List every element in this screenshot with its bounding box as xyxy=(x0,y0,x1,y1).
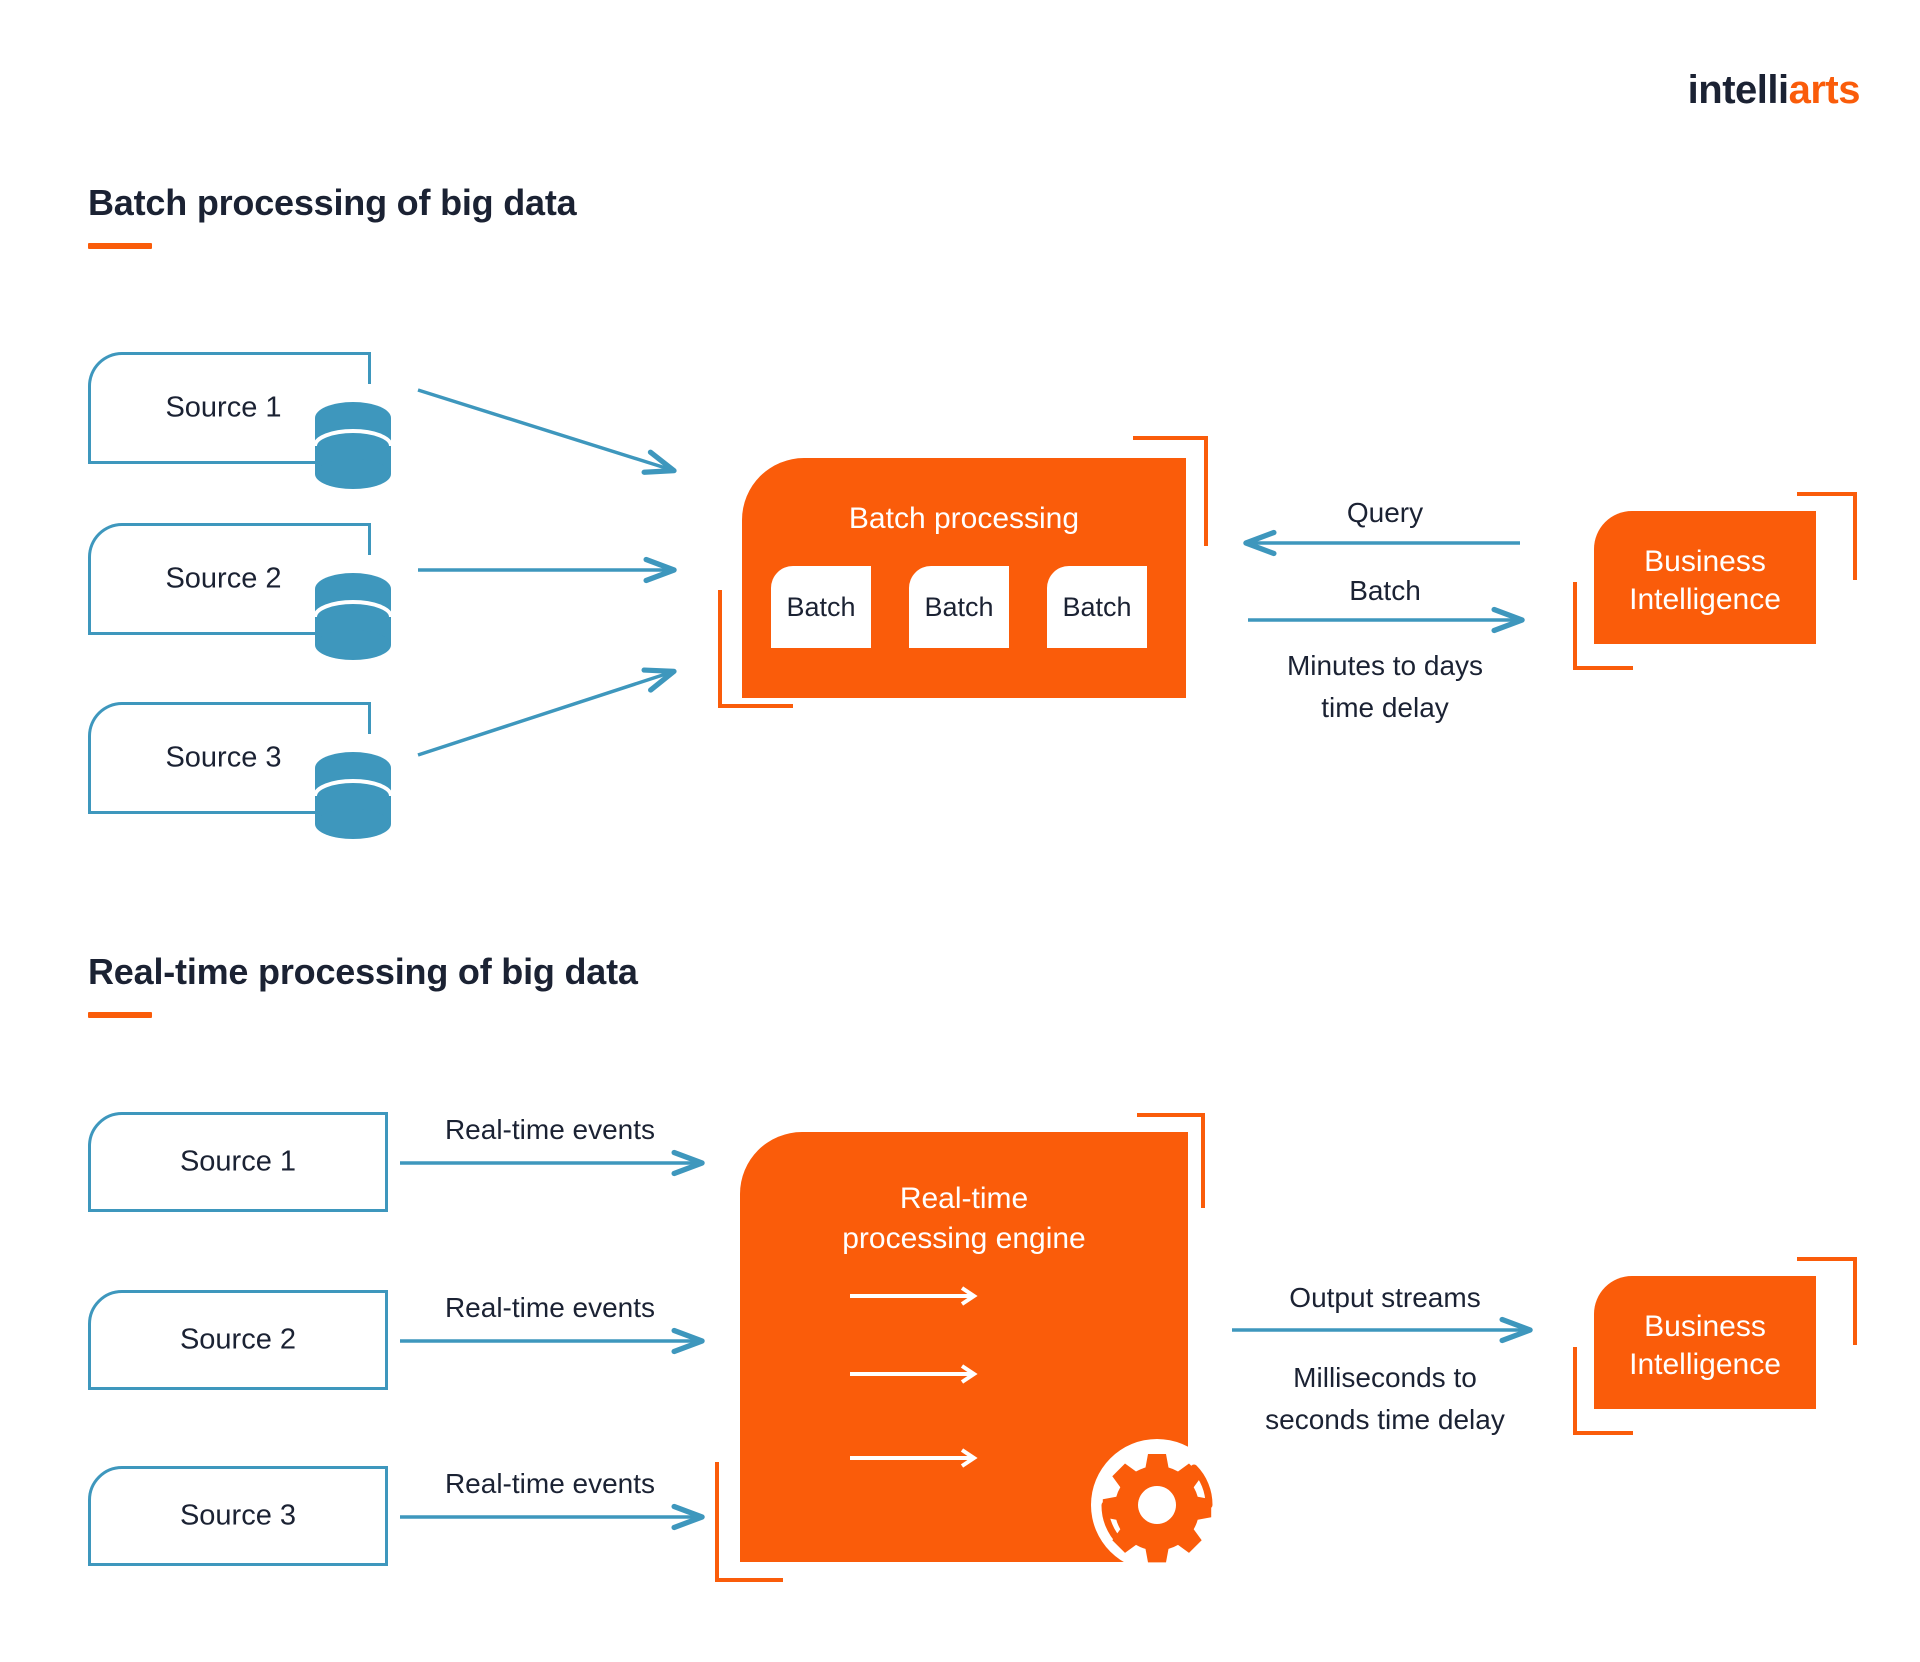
batch-chip-label: Batch xyxy=(786,591,856,622)
batch-processing-title: Batch processing xyxy=(848,502,1080,535)
arrow-source1-to-batch-engine xyxy=(417,388,677,475)
source-box-edge xyxy=(368,523,371,555)
database-icon xyxy=(314,400,392,492)
bi-title-line1: Business xyxy=(1644,1310,1766,1343)
gear-icon xyxy=(1082,1430,1232,1580)
realtime-delay-label-line1: Milliseconds to xyxy=(1293,1362,1477,1393)
realtime-source-box-3[interactable]: Source 3 xyxy=(88,1466,388,1566)
realtime-source-label-3: Source 3 xyxy=(179,1499,297,1532)
realtime-section-accent-bar xyxy=(88,1012,152,1018)
database-icon xyxy=(314,571,392,663)
bi-title-line2: Intelligence xyxy=(1629,583,1781,616)
batch-flow-label: Batch xyxy=(1349,575,1421,606)
database-icon xyxy=(314,750,392,842)
batch-section-accent-bar xyxy=(88,243,152,249)
business-intelligence-panel-realtime: Business Intelligence xyxy=(1594,1276,1816,1409)
realtime-source-label-1: Source 1 xyxy=(179,1145,297,1178)
output-streams-label: Output streams xyxy=(1289,1282,1481,1313)
realtime-source-label-2: Source 2 xyxy=(179,1323,297,1356)
bi-title-line2: Intelligence xyxy=(1629,1348,1781,1381)
batch-processing-panel: Batch processing Batch Batch Batch xyxy=(742,458,1186,698)
business-intelligence-panel-batch: Business Intelligence xyxy=(1594,511,1816,644)
intelliarts-logo: intelliarts xyxy=(1687,68,1861,112)
batch-chip: Batch xyxy=(909,566,1009,648)
source-box-edge xyxy=(368,352,371,384)
batch-chip-label: Batch xyxy=(1062,591,1132,622)
realtime-events-label-2: Real-time events xyxy=(444,1292,656,1323)
arrow-source3-to-batch-engine xyxy=(417,667,677,757)
batch-delay-label-line1: Minutes to days xyxy=(1286,650,1484,681)
query-flow-label: Query xyxy=(1346,497,1424,528)
realtime-events-label-1: Real-time events xyxy=(444,1114,656,1145)
bi-title-line1: Business xyxy=(1644,545,1766,578)
logo-text-accent: arts xyxy=(1788,68,1861,112)
batch-section-title: Batch processing of big data xyxy=(88,182,577,223)
logo-text-primary: intelli xyxy=(1687,68,1789,112)
realtime-source-box-2[interactable]: Source 2 xyxy=(88,1290,388,1390)
diagram-canvas: intelliarts Batch processing of big data… xyxy=(0,0,1920,1662)
source-box-edge xyxy=(368,702,371,734)
batch-chip: Batch xyxy=(1047,566,1147,648)
realtime-source-box-1[interactable]: Source 1 xyxy=(88,1112,388,1212)
batch-chip: Batch xyxy=(771,566,871,648)
batch-delay-label-line2: time delay xyxy=(1321,692,1449,723)
batch-chip-label: Batch xyxy=(924,591,994,622)
realtime-events-label-3: Real-time events xyxy=(444,1468,656,1499)
realtime-delay-label-line2: seconds time delay xyxy=(1265,1404,1505,1435)
realtime-section-title: Real-time processing of big data xyxy=(88,951,638,992)
